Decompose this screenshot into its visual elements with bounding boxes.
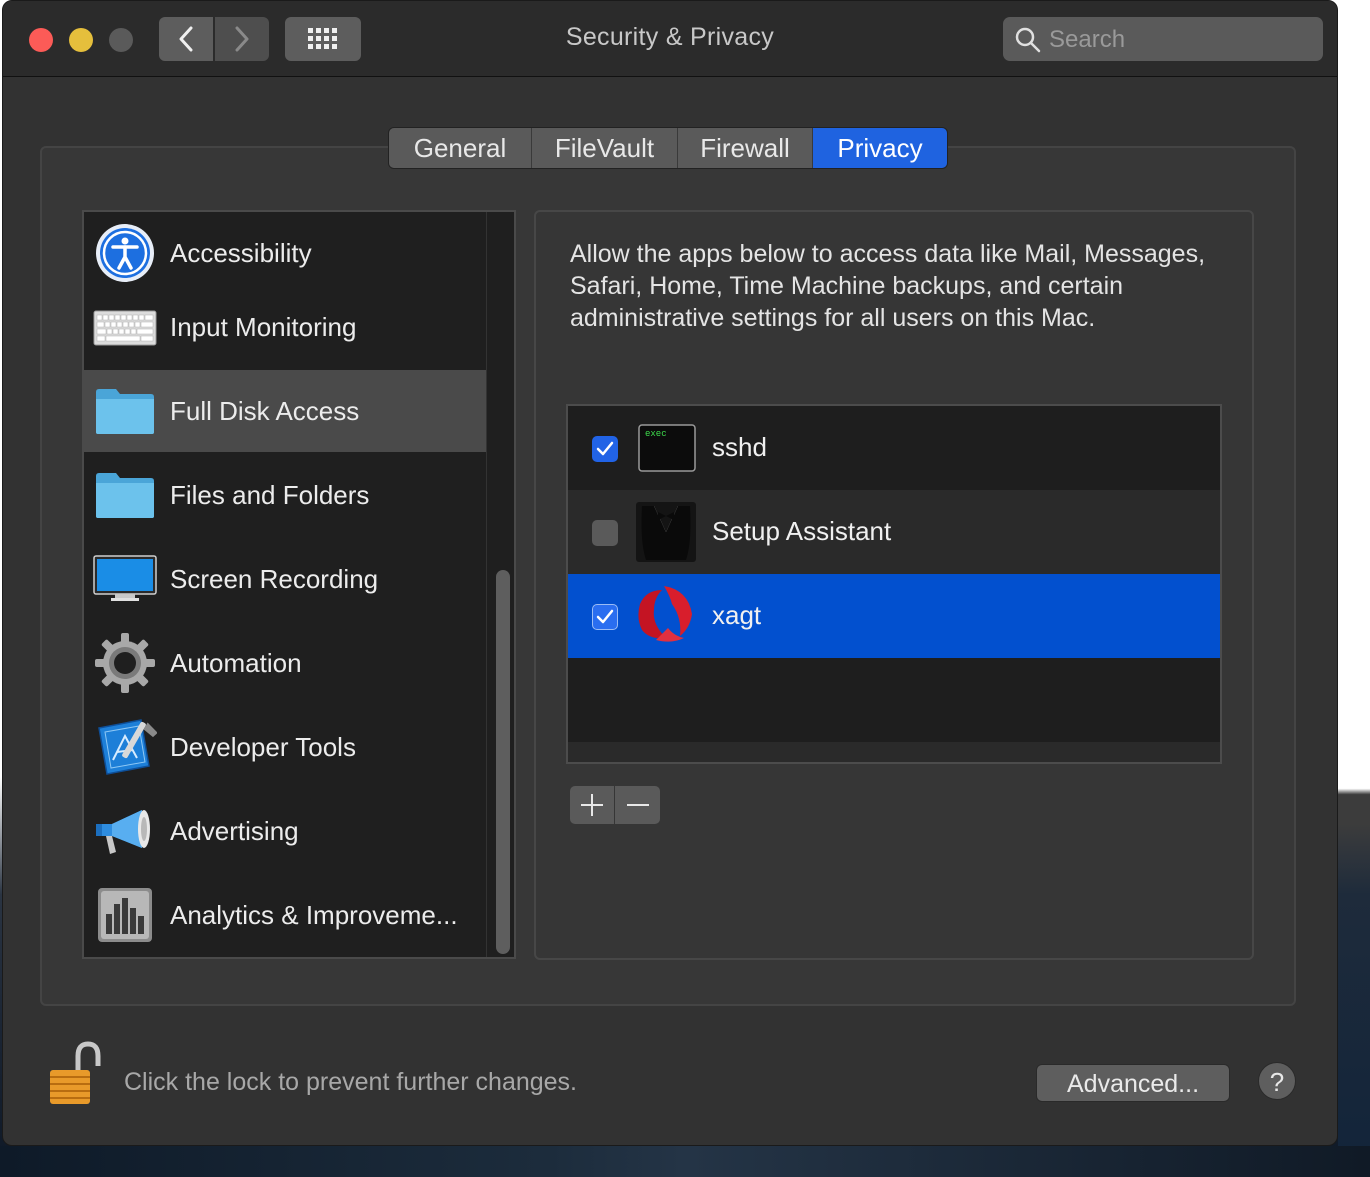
search-icon <box>1015 27 1041 53</box>
plus-icon <box>581 794 603 816</box>
sidebar-item-automation[interactable]: Automation <box>84 622 486 704</box>
tab-general[interactable]: General <box>389 128 532 168</box>
app-checkbox-setup-assistant[interactable] <box>592 520 618 546</box>
sidebar-item-developer-tools[interactable]: Developer Tools <box>84 706 486 788</box>
tab-filevault[interactable]: FileVault <box>532 128 678 168</box>
folder-icon <box>92 378 158 444</box>
keyboard-icon <box>92 294 158 360</box>
app-row-xagt[interactable]: xagt <box>568 574 1220 658</box>
analytics-icon <box>92 882 158 948</box>
fireeye-icon <box>636 586 696 646</box>
tuxedo-icon <box>636 502 696 562</box>
sidebar-item-label: Advertising <box>170 815 299 846</box>
gear-icon <box>92 630 158 696</box>
app-name-label: xagt <box>712 600 762 630</box>
sidebar-item-label: Files and Folders <box>170 479 370 510</box>
sidebar-item-analytics[interactable]: Analytics & Improveme... <box>84 874 486 956</box>
accessibility-icon <box>92 220 158 286</box>
sidebar-item-screen-recording[interactable]: Screen Recording <box>84 538 486 620</box>
sidebar-item-accessibility[interactable]: Accessibility <box>84 212 486 294</box>
add-app-button[interactable] <box>570 786 614 824</box>
sidebar-item-label: Analytics & Improveme... <box>170 899 458 930</box>
xcode-icon <box>92 714 158 780</box>
lock-status-text: Click the lock to prevent further change… <box>124 1068 578 1096</box>
search-field[interactable] <box>1003 17 1323 61</box>
app-permission-list: exec sshd Setup Assistant xagt <box>566 404 1222 764</box>
app-name-label: sshd <box>712 432 767 462</box>
tab-firewall[interactable]: Firewall <box>678 128 813 168</box>
terminal-exec-icon: exec <box>636 418 696 478</box>
desktop-background-right <box>1338 0 1370 1177</box>
app-checkbox-xagt[interactable] <box>592 604 618 630</box>
sidebar-item-label: Developer Tools <box>170 731 356 762</box>
app-checkbox-sshd[interactable] <box>592 436 618 462</box>
sidebar-item-full-disk-access[interactable]: Full Disk Access <box>84 370 486 452</box>
title-bar: Security & Privacy <box>3 1 1337 77</box>
remove-app-button[interactable] <box>615 786 660 824</box>
advanced-button[interactable]: Advanced... <box>1036 1064 1230 1102</box>
sidebar-item-label: Accessibility <box>170 237 312 268</box>
sidebar-item-label: Input Monitoring <box>170 311 357 342</box>
sidebar-item-label: Automation <box>170 647 302 678</box>
sidebar-item-advertising[interactable]: Advertising <box>84 790 486 872</box>
app-row-sshd[interactable]: exec sshd <box>568 406 1220 490</box>
exec-label: exec <box>645 429 667 439</box>
lock-open-icon <box>50 1041 101 1104</box>
display-icon <box>92 546 158 612</box>
privacy-category-list: Accessibility Input Monitoring Full Disk <box>82 210 516 959</box>
checkmark-icon <box>596 609 614 624</box>
sidebar-item-files-and-folders[interactable]: Files and Folders <box>84 454 486 536</box>
privacy-description: Allow the apps below to access data like… <box>570 240 1206 332</box>
minus-icon <box>626 804 649 806</box>
unlocked-lock-button[interactable] <box>42 1040 110 1110</box>
app-name-label: Setup Assistant <box>712 516 892 546</box>
sidebar-scroll-thumb[interactable] <box>496 570 510 954</box>
sidebar-item-label: Full Disk Access <box>170 395 360 426</box>
checkmark-icon <box>596 441 614 456</box>
desktop-background-bottom <box>0 1146 1370 1177</box>
sidebar-scrollbar[interactable] <box>486 212 514 957</box>
app-row-setup-assistant[interactable]: Setup Assistant <box>568 490 1220 574</box>
sidebar-item-label: Screen Recording <box>170 563 379 594</box>
tab-privacy[interactable]: Privacy <box>813 128 947 168</box>
search-input[interactable] <box>1047 23 1311 57</box>
list-footer-band <box>568 742 1220 762</box>
folder-icon <box>92 462 158 528</box>
sidebar-item-input-monitoring[interactable]: Input Monitoring <box>84 286 486 368</box>
megaphone-icon <box>92 798 158 864</box>
help-button[interactable]: ? <box>1258 1062 1296 1100</box>
tab-bar: General FileVault Firewall Privacy <box>388 127 948 169</box>
